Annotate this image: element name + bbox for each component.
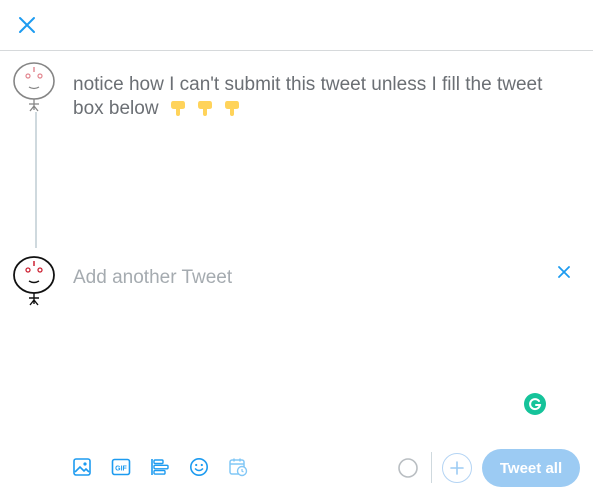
tweet-text[interactable]: notice how I can't submit this tweet unl… [73,73,573,124]
gif-icon[interactable]: GIF [109,455,133,479]
pointing-down-icon [170,99,186,124]
pointing-down-icon [197,99,213,124]
close-icon [558,266,570,278]
character-progress-ring [397,457,419,479]
avatar [12,254,56,306]
schedule-icon[interactable] [226,455,250,479]
avatar [12,60,56,112]
pointing-down-icon [224,99,240,124]
toolbar-divider [431,452,432,483]
grammarly-icon[interactable] [524,393,546,415]
tweet-all-button[interactable]: Tweet all [482,449,580,487]
modal-header [0,0,593,51]
emoji-icon[interactable] [187,455,211,479]
thread-connector [35,112,37,248]
tweet-input[interactable]: Add another Tweet [73,266,232,290]
tweet-text-content: notice how I can't submit this tweet unl… [73,74,543,119]
plus-icon [450,461,464,475]
close-button[interactable] [12,10,42,40]
image-icon[interactable] [70,455,94,479]
close-icon [19,17,35,33]
poll-icon[interactable] [148,455,172,479]
add-tweet-button[interactable] [442,453,472,483]
remove-tweet-button[interactable] [554,262,574,282]
svg-text:GIF: GIF [115,466,127,473]
